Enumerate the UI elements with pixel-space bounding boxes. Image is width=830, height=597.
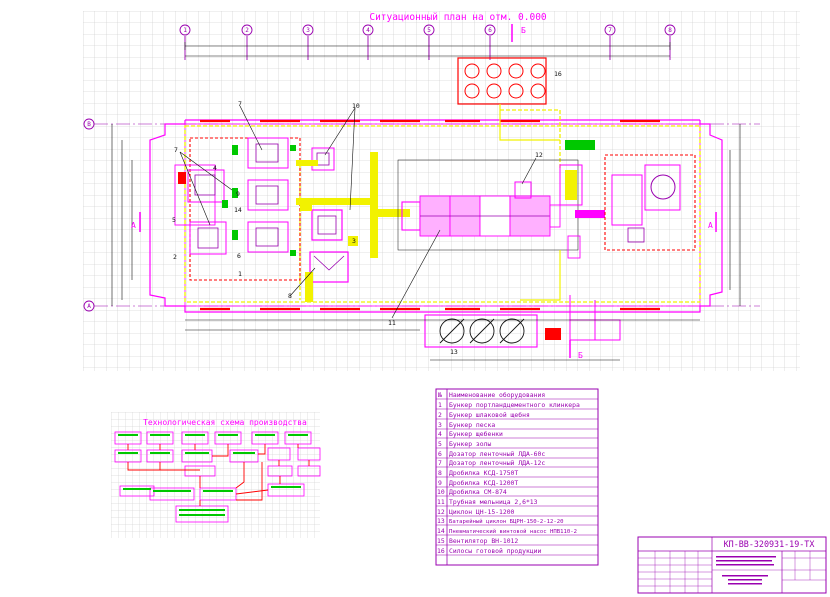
axis-label: 2 xyxy=(245,27,249,34)
spec-header-no: № xyxy=(438,391,442,399)
spec-row-no: 8 xyxy=(438,469,442,477)
axis-label: А xyxy=(87,303,91,310)
spec-row-no: 6 xyxy=(438,450,442,458)
equipment-specification: № Наименование оборудования 1 Бункер пор… xyxy=(435,388,599,566)
spec-row-no: 7 xyxy=(438,459,442,467)
spec-row-no: 4 xyxy=(438,430,442,438)
spec-row-no: 2 xyxy=(438,411,442,419)
spec-row-no: 16 xyxy=(437,547,445,555)
spec-row-name: Бункер портландцементного клинкера xyxy=(449,401,580,409)
spec-row-no: 5 xyxy=(438,440,442,448)
spec-row-no: 15 xyxy=(437,537,445,545)
callout-4: 4 xyxy=(213,164,217,172)
spec-row-name: Пневматический винтовой насос НПВ110-2 xyxy=(449,529,577,535)
axis-label: 7 xyxy=(608,27,612,34)
callout-5: 5 xyxy=(172,216,176,224)
axis-label: 6 xyxy=(488,27,492,34)
axis-label: 5 xyxy=(427,27,431,34)
callout-1: 1 xyxy=(238,270,242,278)
spec-row-no: 10 xyxy=(437,488,445,496)
plan-title: Ситуационный план на отм. 0.000 xyxy=(369,12,547,23)
scheme-title: Технологическая схема производства xyxy=(143,418,307,427)
axis-label: 3 xyxy=(306,27,310,34)
section-mark-a-right: А xyxy=(708,221,713,230)
spec-row-name: Циклон ЦН-15-1200 xyxy=(449,508,515,516)
spec-row-no: 9 xyxy=(438,479,442,487)
spec-row-name: Дробилка КСД-1750Т xyxy=(449,469,518,477)
callout-3: 3 xyxy=(352,237,356,245)
spec-row-name: Дозатор ленточный ЛДА-60с xyxy=(449,450,545,458)
spec-row-no: 14 xyxy=(437,527,445,535)
spec-row-name: Вентилятор ВН-1012 xyxy=(449,537,518,545)
spec-row-name: Дозатор ленточный ЛДА-12с xyxy=(449,459,545,467)
spec-header-name: Наименование оборудования xyxy=(449,391,545,399)
spec-row-name: Дробилка СМ-874 xyxy=(449,488,507,496)
section-mark-b-top: Б xyxy=(521,26,526,35)
spec-row-no: 13 xyxy=(437,517,445,525)
callout-7b: 7 xyxy=(174,146,178,154)
callout-11: 11 xyxy=(388,319,396,327)
process-scheme: Технологическая схема производства xyxy=(111,412,321,538)
spec-row-no: 3 xyxy=(438,421,442,429)
site-plan: Ситуационный план на отм. 0.000 1 2 3 4 … xyxy=(83,11,800,371)
spec-row-no: 1 xyxy=(438,401,442,409)
spec-row-name: Бункер золы xyxy=(449,440,491,448)
section-mark-a-left: А xyxy=(131,221,136,230)
callout-10: 10 xyxy=(352,102,360,110)
callout-7: 7 xyxy=(238,100,242,108)
drawing-sheet: Ситуационный план на отм. 0.000 1 2 3 4 … xyxy=(83,11,827,594)
callout-14: 14 xyxy=(234,206,242,214)
section-mark-b-bottom: Б xyxy=(578,351,583,360)
axis-label: 1 xyxy=(183,27,187,34)
callout-13: 13 xyxy=(450,348,458,356)
spec-row-name: Бункер шлаковой щебня xyxy=(449,411,530,419)
callout-2: 2 xyxy=(173,253,177,261)
title-block: КП-ВВ-320931-19-ТХ xyxy=(637,536,827,594)
callout-12: 12 xyxy=(535,151,543,159)
spec-row-name: Трубная мельница 2,6*13 xyxy=(449,498,538,506)
spec-row-name: Дробилка КСД-1200Т xyxy=(449,479,518,487)
spec-row-name: Батарейный циклон БЦРН-150-2-12-20 xyxy=(449,519,564,525)
callout-6: 6 xyxy=(237,252,241,260)
callout-8: 8 xyxy=(288,292,292,300)
axis-label: 8 xyxy=(668,27,672,34)
axis-label: 4 xyxy=(366,27,370,34)
spec-row-no: 12 xyxy=(437,508,445,516)
callout-16: 16 xyxy=(554,70,562,78)
callout-9: 9 xyxy=(236,190,240,198)
axis-label: В xyxy=(87,121,91,128)
spec-row-no: 11 xyxy=(437,498,445,506)
spec-row-name: Бункер песка xyxy=(449,421,495,429)
drawing-code: КП-ВВ-320931-19-ТХ xyxy=(724,539,815,549)
spec-row-name: Силосы готовой продукции xyxy=(449,547,541,555)
spec-row-name: Бункер щебенки xyxy=(449,430,503,438)
